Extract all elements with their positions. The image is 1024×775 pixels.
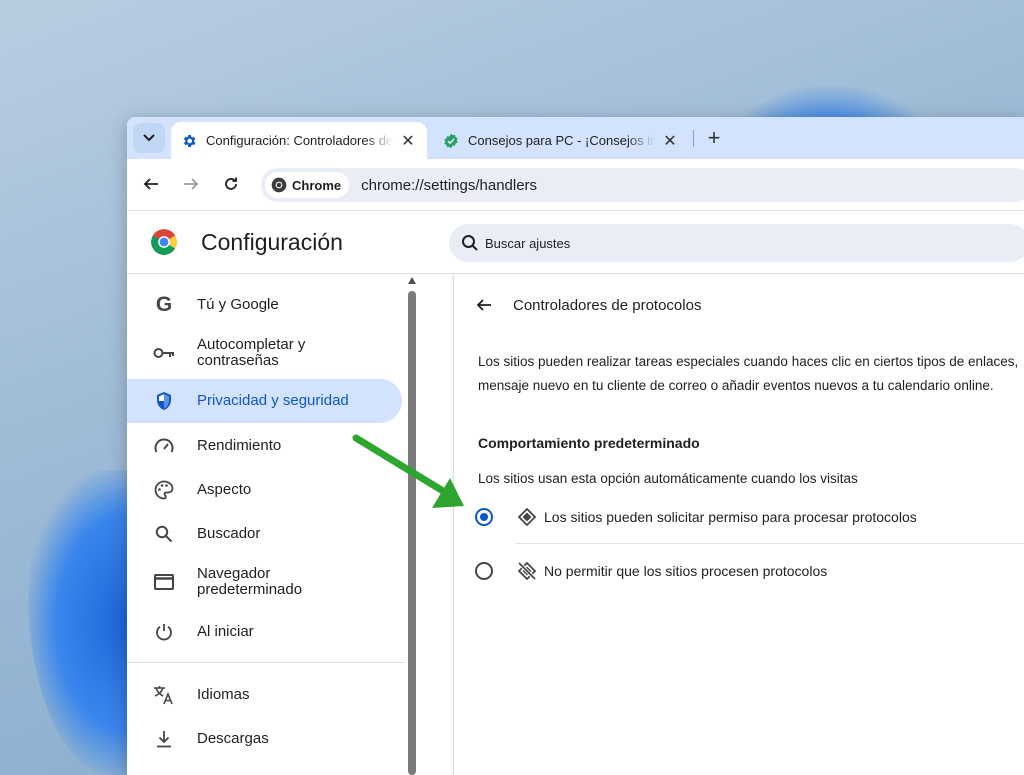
url-text: chrome://settings/handlers — [361, 176, 538, 194]
address-bar[interactable]: Chrome chrome://settings/handlers — [261, 168, 1024, 202]
sidebar-item-privacy[interactable]: Privacidad y seguridad — [127, 379, 402, 423]
annotation-arrow-icon — [352, 434, 464, 508]
sidebar-scrollbar[interactable] — [407, 275, 417, 775]
sidebar-item-label: Buscador — [197, 525, 261, 542]
page-title: Configuración — [201, 229, 343, 255]
search-icon — [461, 234, 479, 252]
description-line: Los sitios pueden realizar tareas especi… — [478, 354, 1019, 369]
sidebar-item-label: Rendimiento — [197, 437, 282, 454]
sidebar-item-label: Navegador predeterminado — [197, 565, 303, 598]
search-placeholder: Buscar ajustes — [485, 235, 571, 251]
speedometer-icon — [152, 434, 176, 458]
sidebar-item-you-and-google[interactable]: G Tú y Google — [127, 283, 402, 327]
sidebar-item-label: Al iniciar — [197, 623, 254, 640]
arrow-left-icon — [476, 299, 491, 311]
gear-icon — [183, 134, 196, 147]
power-icon — [152, 620, 176, 644]
sidebar-item-label: Descargas — [197, 730, 269, 747]
chevron-down-icon — [143, 134, 155, 142]
verified-badge-icon — [444, 133, 458, 148]
tab-strip: Configuración: Controladores de protocol… — [127, 117, 1024, 159]
new-tab-button[interactable]: + — [701, 125, 727, 151]
chrome-logo-icon — [271, 177, 287, 193]
sidebar-item-autofill[interactable]: Autocompletar y contraseñas — [127, 331, 402, 375]
protocol-handler-off-icon — [517, 561, 537, 581]
sidebar: G Tú y Google Autocompletar y contraseña… — [127, 275, 417, 775]
sidebar-item-label: Autocompletar y contraseñas — [197, 336, 306, 369]
subpage-title: Controladores de protocolos — [513, 297, 702, 314]
shield-icon — [152, 389, 176, 413]
back-button[interactable] — [472, 293, 496, 317]
tab-settings[interactable]: Configuración: Controladores de protocol… — [171, 122, 427, 159]
tab-consejos[interactable]: Consejos para PC - ¡Consejos inteligente… — [433, 122, 689, 159]
sidebar-item-default-browser[interactable]: Navegador predeterminado — [127, 560, 402, 604]
sidebar-item-label: Tú y Google — [197, 296, 279, 313]
browser-window-icon — [152, 570, 176, 594]
back-button[interactable] — [138, 171, 164, 197]
radio-label: No permitir que los sitios procesen prot… — [544, 563, 828, 579]
forward-button[interactable] — [178, 171, 204, 197]
reload-icon — [225, 177, 237, 190]
description: Los sitios pueden realizar tareas especi… — [478, 350, 1024, 398]
option-divider — [515, 543, 1024, 544]
tab-title: Configuración: Controladores de protocol… — [206, 133, 393, 148]
chrome-logo-icon — [151, 229, 177, 255]
radio-label: Los sitios pueden solicitar permiso para… — [544, 509, 917, 525]
radio-option-block[interactable]: No permitir que los sitios procesen prot… — [475, 551, 1024, 591]
close-icon[interactable]: ✕ — [661, 132, 679, 150]
sidebar-divider — [127, 662, 405, 663]
palette-icon — [152, 478, 176, 502]
browser-toolbar: Chrome chrome://settings/handlers — [127, 159, 1024, 211]
radio-button[interactable] — [475, 562, 493, 580]
scroll-up-icon[interactable] — [408, 277, 416, 284]
settings-header: Configuración Buscar ajustes — [127, 212, 1024, 274]
sidebar-item-label: Privacidad y seguridad — [197, 392, 349, 409]
chip-label: Chrome — [292, 177, 342, 193]
key-icon — [152, 341, 176, 365]
section-title: Comportamiento predeterminado — [478, 435, 700, 451]
protocol-handler-icon — [517, 507, 537, 527]
browser-window: Configuración: Controladores de protocol… — [127, 117, 1024, 775]
section-subtitle: Los sitios usan esta opción automáticame… — [478, 471, 858, 486]
translate-icon — [152, 683, 176, 707]
tab-title: Consejos para PC - ¡Consejos inteligente… — [468, 133, 655, 148]
tab-search-button[interactable] — [133, 123, 165, 153]
reload-button[interactable] — [218, 171, 244, 197]
radio-option-allow[interactable]: Los sitios pueden solicitar permiso para… — [475, 497, 1024, 537]
download-icon — [152, 727, 176, 751]
arrow-right-icon — [184, 178, 199, 190]
sidebar-item-downloads[interactable]: Descargas — [127, 717, 402, 761]
scrollbar-thumb[interactable] — [408, 291, 416, 775]
sidebar-item-languages[interactable]: Idiomas — [127, 673, 402, 717]
google-g-icon: G — [155, 293, 173, 316]
sidebar-item-label: Aspecto — [197, 481, 252, 498]
close-icon[interactable]: ✕ — [399, 132, 417, 150]
tab-separator — [693, 130, 694, 147]
site-info-chip[interactable]: Chrome — [265, 172, 350, 198]
sidebar-item-label: Idiomas — [197, 686, 250, 703]
arrow-left-icon — [143, 178, 158, 190]
description-line: mensaje nuevo en tu cliente de correo o … — [478, 378, 994, 393]
search-input[interactable]: Buscar ajustes — [449, 224, 1024, 262]
sidebar-item-on-startup[interactable]: Al iniciar — [127, 610, 402, 654]
search-icon — [152, 522, 176, 546]
